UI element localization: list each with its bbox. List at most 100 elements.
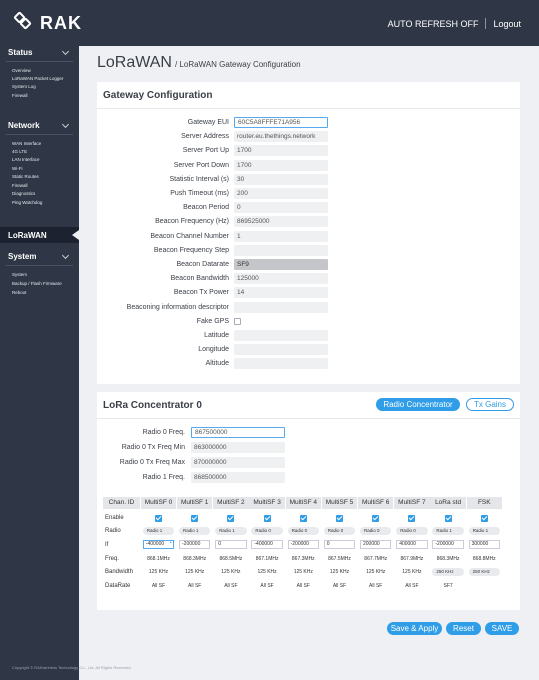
radio-0-tx-freq-max-input[interactable]: 870000000 <box>191 457 285 468</box>
page-title-main: LoRaWAN <box>97 54 172 71</box>
enable-checkbox[interactable] <box>480 515 488 522</box>
push-timeout-ms-input[interactable]: 200 <box>234 188 328 199</box>
if-input[interactable]: 0 <box>215 540 247 549</box>
datarate-value: SF7 <box>443 583 453 589</box>
logout-link[interactable]: Logout <box>493 19 521 29</box>
longitude-input[interactable] <box>234 344 328 356</box>
server-port-down-input[interactable]: 1700 <box>234 159 328 171</box>
sidebar-section-system[interactable]: System <box>0 251 79 264</box>
if-input[interactable]: -200000 <box>432 540 464 549</box>
sidebar-item-lan[interactable]: LAN Interface <box>12 157 40 162</box>
if-input[interactable]: -400000 ▲▼ <box>142 540 175 549</box>
divider <box>97 108 520 109</box>
divider <box>6 61 73 62</box>
reset-button[interactable]: Reset <box>446 622 481 635</box>
beacon-bandwidth-input[interactable]: 125000 <box>234 273 328 285</box>
if-input[interactable]: 200000 <box>360 540 392 549</box>
divider <box>97 418 520 419</box>
sidebar-item-firewall[interactable]: Firewall <box>12 183 28 188</box>
if-value: -200000 <box>182 541 201 547</box>
enable-checkbox[interactable] <box>408 515 416 522</box>
radio-select[interactable]: Radio 0 <box>287 527 319 535</box>
if-input[interactable]: 300000 <box>468 540 500 549</box>
radio-0-tx-freq-min-input[interactable]: 863000000 <box>191 442 285 453</box>
altitude-input[interactable] <box>234 358 328 370</box>
enable-checkbox[interactable] <box>155 515 162 522</box>
tx-gains-button[interactable]: Tx Gains <box>466 398 514 411</box>
radio-0-freq-input[interactable]: 867500000 <box>191 427 285 438</box>
sidebar-item-4g-lte[interactable]: 4G LTE <box>12 149 27 154</box>
sidebar-item-system[interactable]: System <box>12 272 27 277</box>
enable-checkbox[interactable] <box>227 515 235 522</box>
latitude-input[interactable] <box>234 330 328 341</box>
if-input[interactable]: -400000 <box>251 540 283 549</box>
radio-select[interactable]: Radio 0 <box>251 527 283 535</box>
sidebar-item-static-routes[interactable]: Static Routes <box>12 174 39 179</box>
save-button[interactable]: SAVE <box>485 622 519 635</box>
radio-concentrator-button[interactable]: Radio Concentrator <box>376 398 460 411</box>
row-label-enable: Enable <box>105 515 124 521</box>
row-label-freq: Freq. <box>105 556 120 562</box>
enable-checkbox[interactable] <box>299 515 307 522</box>
if-input[interactable]: -200000 <box>179 540 211 549</box>
radio-1-freq-input[interactable]: 868500000 <box>191 472 285 483</box>
table-header: MultiSF 6 <box>358 497 394 509</box>
sidebar-item-reboot[interactable]: Reboot <box>12 290 27 295</box>
gateway-eui-input[interactable]: 60C5A8FFFE71A956 <box>234 117 328 128</box>
radio-select[interactable]: Radio 0 <box>323 527 356 535</box>
if-input[interactable]: -200000 <box>287 540 319 549</box>
beacon-datarate-input[interactable]: SF9 <box>234 259 328 270</box>
radio-select[interactable]: Radio 1 <box>215 527 247 535</box>
sidebar-item-system-log[interactable]: System Log <box>12 84 36 89</box>
radio-0-tx-freq-max-label: Radio 0 Tx Freq Max <box>119 459 185 466</box>
radio-select[interactable]: Radio 1 <box>468 527 500 535</box>
sidebar-section-network[interactable]: Network <box>0 120 79 133</box>
if-input[interactable]: 400000 <box>396 540 428 549</box>
stepper-arrows-icon[interactable]: ▲▼ <box>169 540 175 545</box>
beacon-frequency-step-input[interactable] <box>234 244 328 256</box>
radio-select[interactable]: Radio 0 <box>396 527 428 535</box>
sidebar-item-lorawan[interactable]: LoRaWAN <box>0 227 79 243</box>
bandwidth-value: 125 KHz <box>257 569 277 575</box>
server-address-input[interactable]: router.eu.thethings.network <box>234 131 328 143</box>
beacon-period-input[interactable]: 0 <box>234 202 328 214</box>
enable-checkbox[interactable] <box>191 515 199 522</box>
save-apply-button[interactable]: Save & Apply <box>387 622 442 635</box>
server-port-up-input[interactable]: 1700 <box>234 145 328 157</box>
enable-checkbox[interactable] <box>444 515 452 522</box>
sidebar-section-status[interactable]: Status <box>0 47 79 60</box>
statistic-interval-s-input[interactable]: 30 <box>234 173 328 185</box>
datarate-value: All SF <box>224 583 238 589</box>
bandwidth-value[interactable]: 250 KHz <box>468 568 500 576</box>
sidebar-item-wan[interactable]: WAN Interface <box>12 141 41 146</box>
sidebar-item-ping-watchdog[interactable]: Ping Watchdog <box>12 200 42 205</box>
beacon-frequency-hz-input[interactable]: 869525000 <box>234 216 328 228</box>
enable-checkbox[interactable] <box>336 515 343 522</box>
beacon-channel-number-input[interactable]: 1 <box>234 230 328 242</box>
fake-gps-checkbox[interactable] <box>234 317 241 325</box>
beacon-tx-power-input[interactable]: 14 <box>234 287 328 299</box>
bandwidth-value[interactable]: 250 KHz <box>432 568 464 576</box>
if-value: 0 <box>326 541 330 547</box>
radio-select[interactable]: Radio 1 <box>142 527 175 535</box>
enable-checkbox[interactable] <box>372 515 380 522</box>
if-input[interactable]: 0 <box>323 540 356 549</box>
radio-select[interactable]: Radio 1 <box>179 527 211 535</box>
radio-select[interactable]: Radio 0 <box>360 527 392 535</box>
sidebar-item-wifi[interactable]: Wi-Fi <box>12 166 23 171</box>
sidebar-item-backup-flash[interactable]: Backup / Flash Firmware <box>12 281 62 286</box>
enable-checkbox[interactable] <box>263 515 271 522</box>
sidebar-item-diagnostics[interactable]: Diagnostics <box>12 191 35 196</box>
sidebar-item-packet-logger[interactable]: LoRaWAN Packet Logger <box>12 76 63 81</box>
footer-copyright: Copyright © RAKwireless Technology Co., … <box>12 665 132 670</box>
beaconing-information-descriptor-input[interactable] <box>234 301 328 313</box>
sidebar-item-overview[interactable]: Overview <box>12 68 31 73</box>
bandwidth-value: 125 KHz <box>402 569 422 575</box>
radio-select[interactable]: Radio 1 <box>432 527 464 535</box>
auto-refresh-toggle[interactable]: AUTO REFRESH OFF <box>388 19 479 29</box>
freq-value: 867.9MHz <box>400 556 424 562</box>
sidebar-section-label: Network <box>8 121 40 130</box>
logo: RAK <box>13 11 82 34</box>
sidebar-item-firewall[interactable]: Firewall <box>12 93 28 98</box>
sidebar-section-label: Status <box>8 48 33 57</box>
